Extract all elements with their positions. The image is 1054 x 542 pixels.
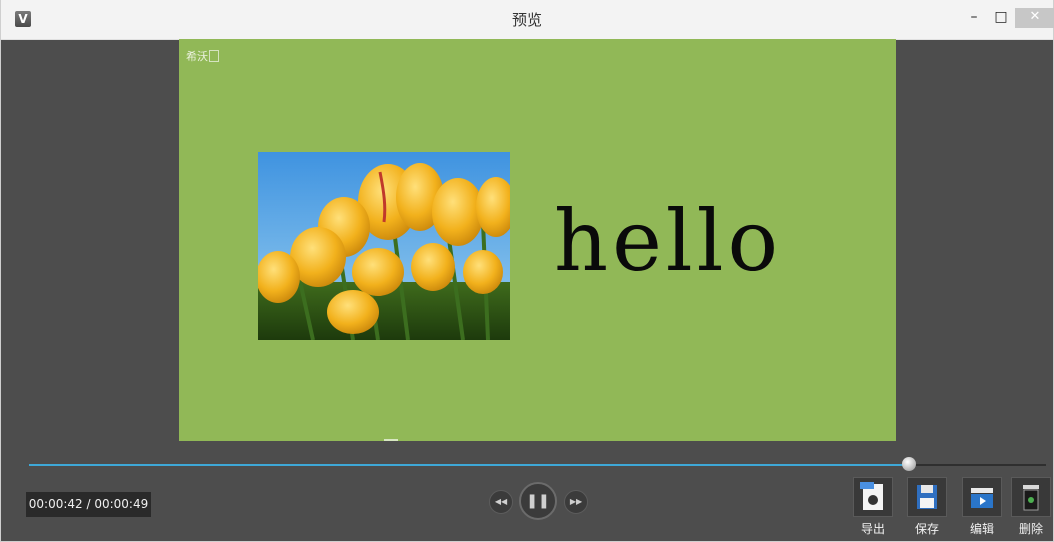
export-mp4-icon (853, 477, 893, 517)
video-preview[interactable]: 希沃 hello (179, 39, 896, 441)
save-label: 保存 (914, 522, 939, 536)
hello-text: hello (554, 192, 783, 290)
progress-bar[interactable] (29, 457, 1046, 471)
fast-forward-button[interactable]: ▶▶ (564, 490, 588, 514)
watermark: 希沃 (186, 48, 219, 64)
save-floppy-icon (907, 477, 947, 517)
tulips-image (258, 152, 510, 340)
maximize-button[interactable]: □ (988, 8, 1014, 28)
pause-icon: ❚❚ (526, 493, 550, 509)
watermark-text: 希沃 (186, 50, 208, 63)
minimize-button[interactable]: – (961, 8, 987, 28)
export-label: 导出 (860, 522, 885, 536)
rewind-icon: ◀◀ (494, 497, 508, 506)
close-button[interactable]: ✕ (1015, 8, 1054, 28)
delete-label: 删除 (1018, 522, 1043, 536)
edit-clapper-icon (962, 477, 1002, 517)
delete-trash-icon (1011, 477, 1051, 517)
save-button[interactable]: 保存 (904, 477, 950, 537)
fast-forward-icon: ▶▶ (569, 497, 583, 506)
preview-window: V 预览 – □ ✕ 希沃 hello 00:00:42 / 00:00:49 … (0, 0, 1054, 542)
edit-button[interactable]: 编辑 (959, 477, 1005, 537)
watermark-logo-icon (209, 50, 219, 62)
time-display: 00:00:42 / 00:00:49 (26, 492, 151, 517)
delete-button[interactable]: 删除 (1008, 477, 1054, 537)
window-title: 预览 (511, 11, 542, 29)
rewind-button[interactable]: ◀◀ (489, 490, 513, 514)
title-bar: V 预览 – □ ✕ (1, 0, 1054, 40)
progress-handle[interactable] (901, 457, 916, 471)
preview-divider (384, 439, 398, 441)
progress-fill (29, 464, 909, 466)
pause-button[interactable]: ❚❚ (519, 482, 557, 520)
edit-label: 编辑 (969, 522, 994, 536)
tulips-photo (258, 152, 510, 340)
export-button[interactable]: 导出 (850, 477, 896, 537)
